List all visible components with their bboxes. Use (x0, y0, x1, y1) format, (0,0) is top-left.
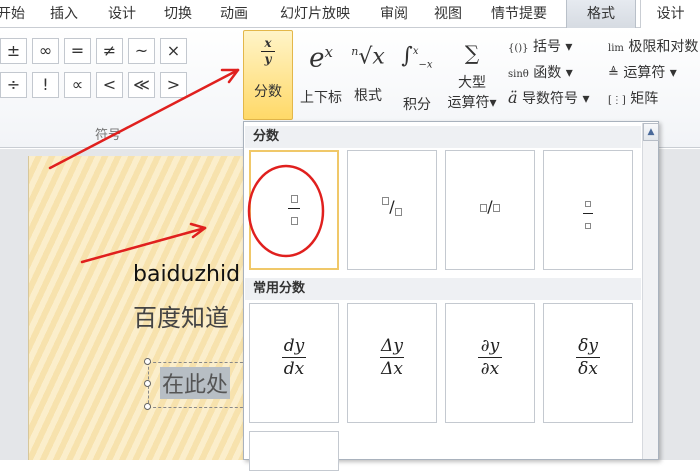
matrix-button[interactable]: [⋮] 矩阵 (608, 88, 658, 108)
large-operator-button[interactable]: ∑ 大型 运算符▾ (444, 34, 500, 118)
symbol-not-equal[interactable]: ≠ (96, 38, 123, 64)
common-fraction-tile[interactable]: dy dx (249, 303, 339, 423)
scroll-up-icon[interactable]: ▲ (643, 123, 659, 141)
symbol-much-less[interactable]: ≪ (128, 72, 155, 98)
matrix-icon: [⋮] (608, 95, 626, 106)
fraction-linear-tile[interactable]: / (445, 150, 535, 270)
common-fraction-tile[interactable]: ∂y ∂x (445, 303, 535, 423)
resize-handle-top-left[interactable] (144, 358, 151, 365)
fraction-icon: x y (244, 37, 292, 66)
bracket-button[interactable]: {()} 括号 ▾ (508, 36, 572, 56)
integral-label: 积分 (403, 96, 431, 113)
slide-subtitle-text[interactable]: 百度知道 (133, 298, 229, 333)
accent-button[interactable]: ä 导数符号 ▾ (508, 88, 589, 108)
symbols-group-label: 符号 (95, 128, 122, 143)
section-header-common-fractions: 常用分数 (245, 278, 641, 300)
fraction-partial-y-partial-x: ∂y ∂x (446, 336, 534, 379)
script-label: 上下标 (300, 89, 342, 106)
tab-transitions[interactable]: 切换 (158, 0, 198, 28)
integral-icon: ∫x−x (401, 43, 433, 71)
slide-title-text[interactable]: baiduzhid (133, 262, 240, 287)
symbol-times[interactable]: × (160, 38, 187, 64)
symbol-less-than[interactable]: < (96, 72, 123, 98)
function-icon: sinθ (508, 69, 529, 80)
tab-review[interactable]: 审阅 (374, 0, 414, 28)
fraction-button[interactable]: x y 分数 (243, 30, 293, 120)
script-button[interactable]: ex 上下标 (296, 34, 346, 118)
fraction-skewed-tile[interactable]: / (347, 150, 437, 270)
symbol-infinity[interactable]: ∞ (32, 38, 59, 64)
function-button[interactable]: sinθ 函数 ▾ (508, 62, 573, 82)
common-fraction-tile[interactable]: Δy Δx (347, 303, 437, 423)
small-fraction-icon (544, 193, 632, 234)
skewed-fraction-icon: / (348, 197, 436, 216)
tab-home[interactable]: 开始 (0, 0, 28, 28)
tab-view[interactable]: 视图 (428, 0, 468, 28)
tab-equation-design[interactable]: 设计 (640, 0, 700, 28)
fraction-small-delta-y-x: δy δx (544, 336, 632, 379)
fraction-dy-dx: dy dx (282, 336, 306, 379)
tab-animations[interactable]: 动画 (214, 0, 254, 28)
ribbon-tab-bar: 开始 插入 设计 切换 动画 幻灯片放映 审阅 视图 情节提要 格式 设计 (0, 0, 700, 28)
linear-fraction-icon: / (446, 197, 534, 216)
tab-design[interactable]: 设计 (102, 0, 142, 28)
large-operator-label-2: 运算符▾ (447, 95, 497, 111)
tab-slideshow[interactable]: 幻灯片放映 (270, 0, 360, 28)
radical-label: 根式 (354, 88, 382, 105)
common-fraction-tile[interactable] (249, 431, 339, 471)
summation-icon: ∑ (464, 41, 480, 65)
symbol-greater-than[interactable]: > (160, 72, 187, 98)
fraction-delta-y-delta-x: Δy Δx (380, 336, 404, 379)
symbol-factorial[interactable]: ! (32, 72, 59, 98)
accent-icon: ä (508, 88, 518, 107)
tab-insert[interactable]: 插入 (44, 0, 84, 28)
fraction-stacked-tile[interactable] (249, 150, 339, 270)
fraction-small-tile[interactable] (543, 150, 633, 270)
superscript-icon: ex (309, 43, 333, 74)
resize-handle-bottom-left[interactable] (144, 403, 151, 410)
resize-handle-left[interactable] (144, 380, 151, 387)
integral-button[interactable]: ∫x−x 积分 (396, 34, 438, 118)
common-fraction-tile[interactable]: δy δx (543, 303, 633, 423)
gallery-scrollbar[interactable]: ▲ (642, 123, 659, 459)
fraction-label: 分数 (254, 84, 282, 100)
textbox-placeholder[interactable]: 在此处 (160, 367, 231, 399)
large-operator-label-1: 大型 (458, 75, 486, 91)
symbol-equals[interactable]: = (64, 38, 91, 64)
limit-icon: lim (608, 43, 624, 54)
symbol-tilde[interactable]: ~ (128, 38, 155, 64)
operator-icon: ≜ (608, 66, 619, 81)
tab-storyboard[interactable]: 情节提要 (484, 0, 554, 28)
bracket-icon: {()} (508, 43, 529, 54)
radical-icon: n√x (351, 44, 385, 70)
stacked-fraction-icon (251, 188, 337, 229)
fraction-gallery: 分数 / / 常用分数 dy dx Δy Δx ∂y ∂x δy δx ▲ (243, 121, 659, 471)
limit-log-button[interactable]: lim 极限和对数 (608, 36, 698, 56)
operator-button[interactable]: ≜ 运算符 ▾ (608, 62, 677, 82)
tab-format[interactable]: 格式 (566, 0, 636, 28)
radical-button[interactable]: n√x 根式 (348, 34, 388, 118)
symbol-plus-minus[interactable]: ± (0, 38, 27, 64)
symbol-proportional[interactable]: ∝ (64, 72, 91, 98)
section-header-fraction: 分数 (245, 126, 641, 148)
symbol-divide[interactable]: ÷ (0, 72, 27, 98)
